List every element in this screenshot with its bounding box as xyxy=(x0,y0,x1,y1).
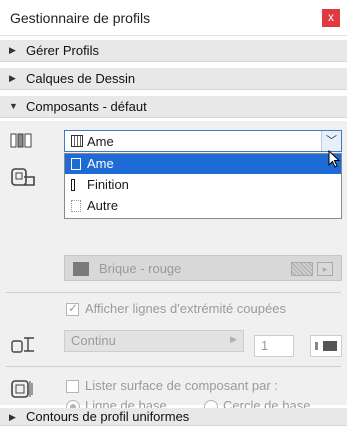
section-label: Calques de Dessin xyxy=(26,71,136,86)
chevron-right-icon: ▶ xyxy=(9,412,16,422)
chevron-right-icon: ▶ xyxy=(230,334,237,344)
chevron-right-icon: ▶ xyxy=(9,45,16,55)
surface-label: Lister surface de composant par : xyxy=(85,378,278,393)
fill-bucket-icon xyxy=(11,168,35,186)
pen-number-value: 1 xyxy=(261,338,269,353)
section-drawing-layers[interactable]: ▶ Calques de Dessin xyxy=(0,68,347,90)
pen-picker[interactable] xyxy=(310,335,342,357)
chevron-down-icon[interactable]: ﹀ xyxy=(321,131,341,151)
end-lines-checkbox[interactable] xyxy=(66,301,79,316)
pen-pattern-icon xyxy=(315,341,337,351)
divider xyxy=(6,292,341,293)
divider xyxy=(6,366,341,367)
pattern-options-icon[interactable]: ▸ xyxy=(317,262,333,276)
component-select-value: Ame xyxy=(87,134,114,149)
option-label: Autre xyxy=(87,198,119,213)
mouse-cursor-icon xyxy=(328,150,341,168)
section-uniform-contours[interactable]: ▶ Contours de profil uniformes xyxy=(0,408,347,426)
section-label: Composants - défaut xyxy=(26,99,147,114)
dropdown-option-finition[interactable]: Finition xyxy=(65,175,341,195)
line-type-value: Continu xyxy=(71,333,116,348)
line-type-select[interactable]: Continu ▶ xyxy=(64,330,244,352)
component-swatch-icon xyxy=(71,200,81,212)
component-dropdown: Ame Finition Autre xyxy=(64,153,342,219)
component-select[interactable]: Ame ﹀ xyxy=(64,130,342,152)
end-lines-label: Afficher lignes d'extrémité coupées xyxy=(85,301,286,316)
chevron-right-icon: ▶ xyxy=(9,73,16,83)
surface-area-icon xyxy=(11,380,33,398)
option-label: Finition xyxy=(87,177,129,192)
surface-checkbox[interactable] xyxy=(66,380,79,393)
chevron-down-icon: ▼ xyxy=(9,101,18,111)
component-swatch-icon xyxy=(71,179,75,191)
title-bar: Gestionnaire de profils x xyxy=(0,0,347,36)
section-components[interactable]: ▼ Composants - défaut xyxy=(0,96,347,118)
section-label: Gérer Profils xyxy=(26,43,99,58)
fill-label: Brique - rouge xyxy=(99,261,182,276)
pen-number-field[interactable]: 1 xyxy=(254,335,294,357)
component-swatch-icon xyxy=(71,158,81,170)
fill-select[interactable]: Brique - rouge ▸ xyxy=(64,255,342,281)
close-button[interactable]: x xyxy=(322,9,340,27)
section-manage-profiles[interactable]: ▶ Gérer Profils xyxy=(0,40,347,62)
component-layers-icon xyxy=(10,133,32,148)
component-swatch-icon xyxy=(71,135,83,147)
dropdown-option-autre[interactable]: Autre xyxy=(65,196,341,216)
window-title: Gestionnaire de profils xyxy=(10,10,151,26)
section-label: Contours de profil uniformes xyxy=(26,409,190,424)
option-label: Ame xyxy=(87,156,114,171)
pattern-icon[interactable] xyxy=(291,262,313,276)
line-type-icon xyxy=(11,337,34,353)
dropdown-option-ame[interactable]: Ame xyxy=(65,154,341,174)
fill-swatch-icon xyxy=(73,262,89,276)
